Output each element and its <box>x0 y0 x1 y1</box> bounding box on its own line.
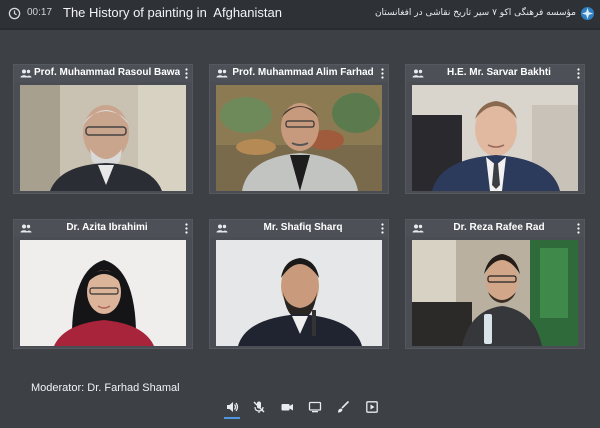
camera-icon <box>281 404 293 411</box>
session-timer: 00:17 <box>27 7 53 18</box>
people-icon <box>412 69 424 78</box>
top-divider <box>0 28 600 30</box>
participant-name: Dr. Azita Ibrahimi <box>66 222 148 233</box>
people-icon <box>216 224 228 233</box>
tile-header: Prof. Muhammad Rasoul Bawari <box>14 65 192 82</box>
more-options-icon[interactable] <box>577 223 580 234</box>
brush-icon <box>338 400 350 413</box>
mic-muted-icon <box>253 401 265 413</box>
participant-name: Mr. Shafiq Sharq <box>263 222 343 233</box>
participant-video <box>216 85 382 191</box>
participant-video <box>20 240 186 346</box>
session-title: The History of painting in Afghanistan <box>63 5 282 20</box>
more-options-icon[interactable] <box>381 223 384 234</box>
eco-logo-icon <box>580 6 595 21</box>
people-icon <box>412 224 424 233</box>
participant-tile[interactable]: Dr. Azita Ibrahimi <box>13 219 193 349</box>
screen-share-button[interactable] <box>306 398 324 416</box>
tile-header: Dr. Reza Rafee Rad <box>406 220 584 237</box>
tile-header: Dr. Azita Ibrahimi <box>14 220 192 237</box>
participant-video <box>412 240 578 346</box>
people-icon <box>20 69 32 78</box>
participant-tile[interactable]: H.E. Mr. Sarvar Bakhti <box>405 64 585 194</box>
microphone-button[interactable] <box>250 398 268 416</box>
tile-header: H.E. Mr. Sarvar Bakhti <box>406 65 584 82</box>
present-button[interactable] <box>363 398 381 416</box>
people-icon <box>20 224 32 233</box>
participant-tile[interactable]: Prof. Muhammad Rasoul Bawari <box>13 64 193 194</box>
participant-video <box>216 240 382 346</box>
more-options-icon[interactable] <box>185 68 188 79</box>
participant-name: Prof. Muhammad Rasoul Bawari <box>34 67 180 78</box>
speaker-button[interactable] <box>223 398 241 419</box>
people-icon <box>216 69 228 78</box>
whiteboard-button[interactable] <box>334 398 352 416</box>
tile-header: Prof. Muhammad Alim Farhad <box>210 65 388 82</box>
participant-tile[interactable]: Prof. Muhammad Alim Farhad <box>209 64 389 194</box>
participant-video <box>20 85 186 191</box>
participant-tile[interactable]: Mr. Shafiq Sharq <box>209 219 389 349</box>
participant-name: H.E. Mr. Sarvar Bakhti <box>447 67 551 78</box>
tile-header: Mr. Shafiq Sharq <box>210 220 388 237</box>
participant-name: Dr. Reza Rafee Rad <box>453 222 545 233</box>
present-icon <box>366 401 378 413</box>
clock-icon <box>8 7 21 20</box>
more-options-icon[interactable] <box>577 68 580 79</box>
participant-tile[interactable]: Dr. Reza Rafee Rad <box>405 219 585 349</box>
participant-name: Prof. Muhammad Alim Farhad <box>232 67 374 78</box>
participant-video <box>412 85 578 191</box>
more-options-icon[interactable] <box>185 223 188 234</box>
organization-title: مؤسسه فرهنگی اکو ۷ سیر تاریخ نقاشی در اف… <box>374 8 576 18</box>
screen-share-icon <box>308 401 322 413</box>
camera-button[interactable] <box>278 398 296 416</box>
top-bar: 00:17 The History of painting in Afghani… <box>0 0 600 28</box>
more-options-icon[interactable] <box>381 68 384 79</box>
control-bar <box>0 398 600 419</box>
moderator-label: Moderator: Dr. Farhad Shamal <box>31 382 180 394</box>
speaker-icon <box>227 402 239 412</box>
